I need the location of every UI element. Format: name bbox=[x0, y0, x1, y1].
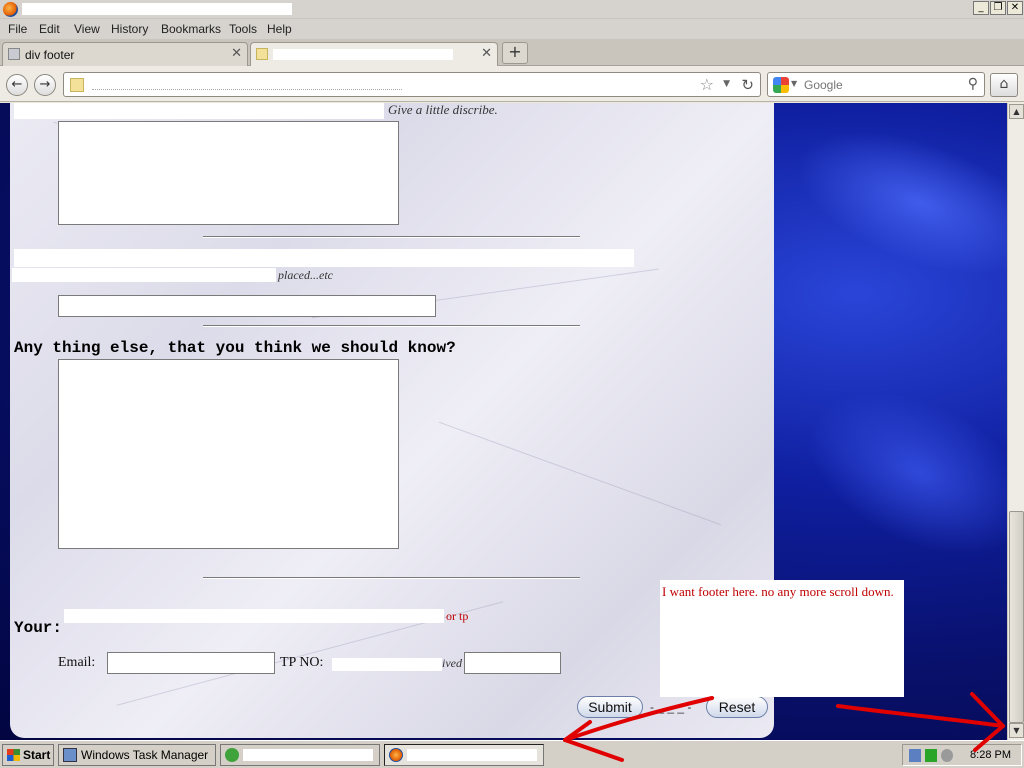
volume-icon[interactable] bbox=[941, 749, 953, 762]
site-icon bbox=[70, 78, 84, 92]
divider bbox=[203, 325, 580, 327]
tp-hint-redacted bbox=[332, 658, 442, 671]
new-tab-button[interactable]: + bbox=[502, 42, 528, 64]
clock: 8:28 PM bbox=[970, 749, 1011, 761]
system-tray: 8:28 PM bbox=[902, 744, 1022, 766]
task-browser-1[interactable] bbox=[220, 744, 380, 766]
other-question: Any thing else, that you think we should… bbox=[14, 339, 456, 357]
background-streak bbox=[781, 358, 1007, 588]
design-hint: placed...etc bbox=[278, 268, 333, 282]
divider bbox=[203, 577, 580, 579]
title-bar: _ ❐ ✕ bbox=[0, 0, 1024, 19]
menu-tools[interactable]: Tools bbox=[229, 22, 257, 36]
design-input[interactable] bbox=[58, 295, 436, 317]
start-label: Start bbox=[23, 748, 51, 762]
submit-button[interactable]: Submit bbox=[577, 696, 643, 718]
design-hint-redacted bbox=[12, 268, 276, 282]
redacted-task-label bbox=[243, 749, 373, 761]
taskbar: Start Windows Task Manager 8:28 PM bbox=[0, 740, 1024, 768]
page-viewport: Give a little discribe. placed...etc Any… bbox=[0, 103, 1007, 740]
browser-icon bbox=[225, 748, 239, 762]
menu-file[interactable]: File bbox=[8, 22, 27, 36]
email-label: Email: bbox=[58, 655, 96, 670]
restore-button[interactable]: ❐ bbox=[990, 1, 1006, 15]
page-icon bbox=[8, 48, 20, 60]
menu-help[interactable]: Help bbox=[267, 22, 292, 36]
back-icon[interactable]: ← bbox=[6, 74, 28, 96]
redacted-task-label bbox=[407, 749, 537, 761]
task-task-manager[interactable]: Windows Task Manager bbox=[58, 744, 216, 766]
search-input[interactable] bbox=[804, 77, 954, 93]
your-hint: or tp bbox=[446, 609, 469, 623]
email-input[interactable] bbox=[107, 652, 275, 674]
task-manager-tray-icon[interactable] bbox=[925, 749, 937, 762]
your-hint-redacted bbox=[64, 609, 444, 623]
menu-bookmarks[interactable]: Bookmarks bbox=[161, 22, 221, 36]
tab-active[interactable]: ✕ bbox=[250, 42, 498, 66]
divider bbox=[203, 236, 580, 238]
search-bar[interactable]: ▼ ⚲ bbox=[767, 72, 985, 97]
firefox-icon bbox=[389, 748, 403, 762]
tp-input[interactable] bbox=[464, 652, 561, 674]
task-label: Windows Task Manager bbox=[81, 748, 209, 762]
url-bar[interactable]: ☆ ▼ ↻ bbox=[63, 72, 761, 97]
your-label: Your: bbox=[14, 619, 63, 637]
forward-icon[interactable]: → bbox=[34, 74, 56, 96]
task-manager-icon bbox=[63, 748, 77, 762]
flash-textarea[interactable] bbox=[58, 121, 399, 225]
menu-edit[interactable]: Edit bbox=[39, 22, 60, 36]
scrollbar-thumb[interactable] bbox=[1009, 511, 1024, 723]
tp-label: TP NO: bbox=[280, 655, 324, 670]
redacted-tab-title bbox=[273, 49, 453, 60]
navigation-bar: ← → ☆ ▼ ↻ ▼ ⚲ ⌂ bbox=[0, 66, 1024, 102]
close-tab-icon[interactable]: ✕ bbox=[481, 46, 492, 61]
task-browser-active[interactable] bbox=[384, 744, 544, 766]
reset-button[interactable]: Reset bbox=[706, 696, 768, 718]
other-textarea[interactable] bbox=[58, 359, 399, 549]
google-icon bbox=[773, 77, 789, 93]
network-icon[interactable] bbox=[909, 749, 921, 762]
bookmark-star-icon[interactable]: ☆ bbox=[700, 75, 714, 94]
home-icon[interactable]: ⌂ bbox=[990, 73, 1018, 97]
flash-hint: Give a little discribe. bbox=[388, 103, 498, 117]
minimize-button[interactable]: _ bbox=[973, 1, 989, 15]
marble-vein bbox=[438, 421, 722, 526]
close-button[interactable]: ✕ bbox=[1007, 1, 1023, 15]
vertical-scrollbar[interactable]: ▲ ▼ bbox=[1007, 103, 1024, 740]
redacted-window-title bbox=[22, 3, 292, 15]
close-tab-icon[interactable]: ✕ bbox=[231, 46, 242, 61]
annotation-note: I want footer here. no any more scroll d… bbox=[660, 580, 904, 697]
flash-question-redacted bbox=[14, 103, 384, 119]
background-streak bbox=[777, 103, 1007, 304]
menu-bar: File Edit View History Bookmarks Tools H… bbox=[0, 19, 1024, 39]
tab-label: div footer bbox=[25, 48, 75, 62]
tp-hint: ived bbox=[442, 656, 462, 670]
scroll-down-icon[interactable]: ▼ bbox=[1009, 723, 1024, 738]
reload-icon[interactable]: ↻ bbox=[741, 76, 754, 94]
menu-view[interactable]: View bbox=[74, 22, 100, 36]
tab-div-footer[interactable]: div footer ✕ bbox=[2, 42, 248, 66]
search-engine-dropdown-icon[interactable]: ▼ bbox=[791, 79, 797, 88]
page-icon bbox=[256, 48, 268, 60]
scroll-up-icon[interactable]: ▲ bbox=[1009, 104, 1024, 119]
search-icon[interactable]: ⚲ bbox=[968, 76, 978, 92]
url-dropdown-icon[interactable]: ▼ bbox=[723, 79, 730, 89]
firefox-icon bbox=[3, 2, 18, 17]
windows-logo-icon bbox=[7, 749, 20, 761]
redacted-url bbox=[92, 79, 402, 90]
start-button[interactable]: Start bbox=[2, 744, 54, 766]
design-question-redacted bbox=[14, 249, 634, 267]
menu-history[interactable]: History bbox=[111, 22, 148, 36]
button-separator: - _ _ _ - bbox=[650, 700, 692, 714]
